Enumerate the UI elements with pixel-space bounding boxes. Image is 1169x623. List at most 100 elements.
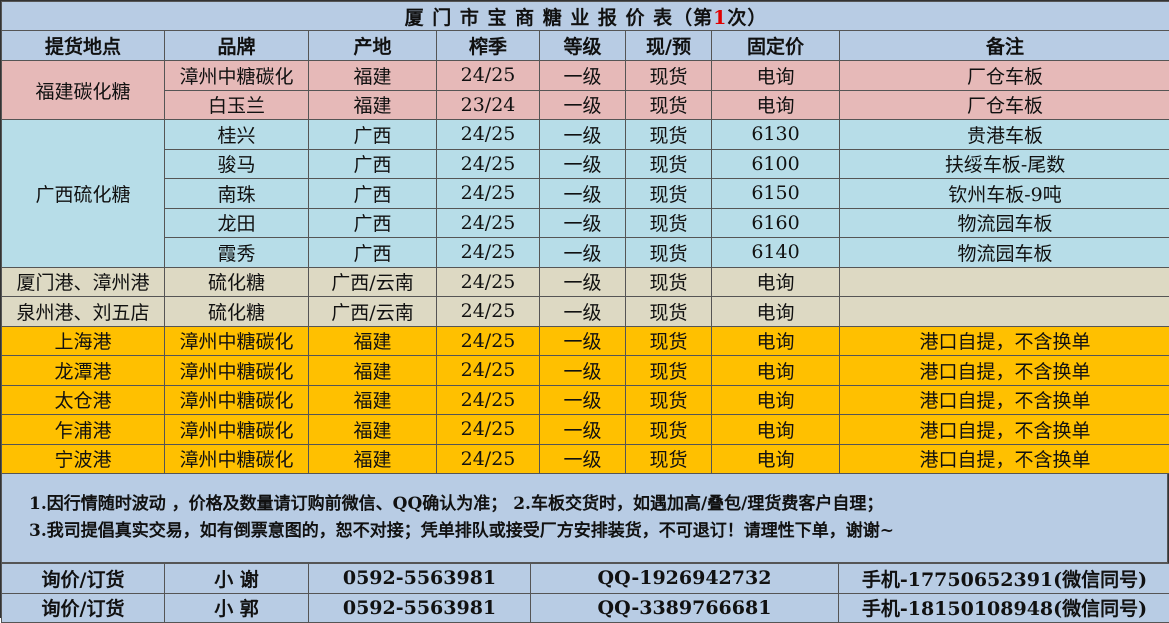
- title-number: 1: [713, 7, 727, 29]
- origin-cell: 福建: [309, 415, 437, 445]
- header-brand: 品牌: [165, 31, 309, 61]
- grade-cell: 一级: [540, 297, 626, 327]
- brand-cell: 漳州中糖碳化: [165, 61, 309, 91]
- table-row: 上海港 漳州中糖碳化 福建 24/25 一级 现货 电询 港口自提，不含换单: [2, 326, 1169, 356]
- location-cell: 泉州港、刘五店: [2, 297, 165, 327]
- note-cell: 物流园车板: [840, 238, 1169, 268]
- season-cell: 24/25: [437, 120, 540, 150]
- location-cell: 龙潭港: [2, 356, 165, 386]
- table-row: 骏马 广西 24/25 一级 现货 6100 扶绥车板-尾数: [2, 149, 1169, 179]
- spot-cell: 现货: [626, 90, 712, 120]
- table-row: 泉州港、刘五店 硫化糖 广西/云南 24/25 一级 现货 电询: [2, 297, 1169, 327]
- table-row: 龙田 广西 24/25 一级 现货 6160 物流园车板: [2, 208, 1169, 238]
- spot-cell: 现货: [626, 149, 712, 179]
- header-season: 榨季: [437, 31, 540, 61]
- spot-cell: 现货: [626, 385, 712, 415]
- note-cell: 港口自提，不含换单: [840, 444, 1169, 474]
- price-cell: 电询: [712, 90, 840, 120]
- spot-cell: 现货: [626, 444, 712, 474]
- spot-cell: 现货: [626, 61, 712, 91]
- contact-name: 小 谢: [165, 564, 309, 594]
- price-cell: 电询: [712, 297, 840, 327]
- note-line: 1.因行情随时波动 ，价格及数量请订购前微信、QQ确认为准； 2.车板交货时，如…: [29, 491, 1167, 518]
- price-cell: 6130: [712, 120, 840, 150]
- origin-cell: 福建: [309, 61, 437, 91]
- grade-cell: 一级: [540, 415, 626, 445]
- season-cell: 24/25: [437, 61, 540, 91]
- contact-label: 询价/订货: [2, 593, 165, 623]
- note-cell: 港口自提，不含换单: [840, 356, 1169, 386]
- origin-cell: 广西: [309, 149, 437, 179]
- origin-cell: 广西: [309, 120, 437, 150]
- price-cell: 电询: [712, 356, 840, 386]
- sheet-title: 厦 门 市 宝 商 糖 业 报 价 表（第1次）: [2, 2, 1169, 31]
- season-cell: 24/25: [437, 267, 540, 297]
- location-cell: 上海港: [2, 326, 165, 356]
- origin-cell: 广西/云南: [309, 297, 437, 327]
- contact-qq: QQ-3389766681: [531, 593, 839, 623]
- note-cell: 贵港车板: [840, 120, 1169, 150]
- table-row: 厦门港、漳州港 硫化糖 广西/云南 24/25 一级 现货 电询: [2, 267, 1169, 297]
- origin-cell: 广西: [309, 238, 437, 268]
- grade-cell: 一级: [540, 90, 626, 120]
- location-cell: 乍浦港: [2, 415, 165, 445]
- price-cell: 电询: [712, 326, 840, 356]
- header-row: 提货地点 品牌 产地 榨季 等级 现/预 固定价 备注: [2, 31, 1169, 61]
- grade-cell: 一级: [540, 208, 626, 238]
- title-row: 厦 门 市 宝 商 糖 业 报 价 表（第1次）: [2, 2, 1169, 31]
- table-row: 南珠 广西 24/25 一级 现货 6150 钦州车板-9吨: [2, 179, 1169, 209]
- brand-cell: 白玉兰: [165, 90, 309, 120]
- table-row: 龙潭港 漳州中糖碳化 福建 24/25 一级 现货 电询 港口自提，不含换单: [2, 356, 1169, 386]
- season-cell: 24/25: [437, 385, 540, 415]
- grade-cell: 一级: [540, 326, 626, 356]
- contact-label: 询价/订货: [2, 564, 165, 594]
- brand-cell: 骏马: [165, 149, 309, 179]
- table-row: 霞秀 广西 24/25 一级 现货 6140 物流园车板: [2, 238, 1169, 268]
- notes-panel: 1.因行情随时波动 ，价格及数量请订购前微信、QQ确认为准； 2.车板交货时，如…: [1, 474, 1168, 563]
- price-cell: 6160: [712, 208, 840, 238]
- season-cell: 24/25: [437, 297, 540, 327]
- note-cell: 港口自提，不含换单: [840, 385, 1169, 415]
- price-cell: 电询: [712, 61, 840, 91]
- grade-cell: 一级: [540, 61, 626, 91]
- header-location: 提货地点: [2, 31, 165, 61]
- origin-cell: 福建: [309, 356, 437, 386]
- season-cell: 24/25: [437, 356, 540, 386]
- note-cell: 钦州车板-9吨: [840, 179, 1169, 209]
- grade-cell: 一级: [540, 444, 626, 474]
- season-cell: 24/25: [437, 238, 540, 268]
- price-cell: 电询: [712, 267, 840, 297]
- origin-cell: 福建: [309, 444, 437, 474]
- table-row: 白玉兰 福建 23/24 一级 现货 电询 厂仓车板: [2, 90, 1169, 120]
- contact-mobile: 手机-17750652391(微信同号): [839, 564, 1169, 594]
- origin-cell: 广西: [309, 179, 437, 209]
- price-cell: 6100: [712, 149, 840, 179]
- note-cell: 物流园车板: [840, 208, 1169, 238]
- brand-cell: 漳州中糖碳化: [165, 415, 309, 445]
- grade-cell: 一级: [540, 179, 626, 209]
- location-cell: 广西硫化糖: [2, 120, 165, 268]
- grade-cell: 一级: [540, 356, 626, 386]
- origin-cell: 广西: [309, 208, 437, 238]
- brand-cell: 漳州中糖碳化: [165, 444, 309, 474]
- brand-cell: 桂兴: [165, 120, 309, 150]
- spot-cell: 现货: [626, 179, 712, 209]
- table-row: 宁波港 漳州中糖碳化 福建 24/25 一级 现货 电询 港口自提，不含换单: [2, 444, 1169, 474]
- origin-cell: 福建: [309, 90, 437, 120]
- grade-cell: 一级: [540, 120, 626, 150]
- brand-cell: 漳州中糖碳化: [165, 385, 309, 415]
- grade-cell: 一级: [540, 238, 626, 268]
- contact-row: 询价/订货 小 谢 0592-5563981 QQ-1926942732 手机-…: [2, 564, 1169, 594]
- title-text: 厦 门 市 宝 商 糖 业 报 价 表（第: [405, 7, 714, 29]
- note-line: 3.我司提倡真实交易，如有倒票意图的，恕不对接；凭单排队或接受厂方安排装货，不可…: [29, 518, 1167, 545]
- price-cell: 6140: [712, 238, 840, 268]
- location-cell: 太仓港: [2, 385, 165, 415]
- location-cell: 宁波港: [2, 444, 165, 474]
- table-row: 太仓港 漳州中糖碳化 福建 24/25 一级 现货 电询 港口自提，不含换单: [2, 385, 1169, 415]
- title-suffix: 次）: [727, 7, 767, 29]
- season-cell: 24/25: [437, 326, 540, 356]
- location-cell: 福建碳化糖: [2, 61, 165, 120]
- header-spot: 现/预: [626, 31, 712, 61]
- grade-cell: 一级: [540, 267, 626, 297]
- note-cell: [840, 297, 1169, 327]
